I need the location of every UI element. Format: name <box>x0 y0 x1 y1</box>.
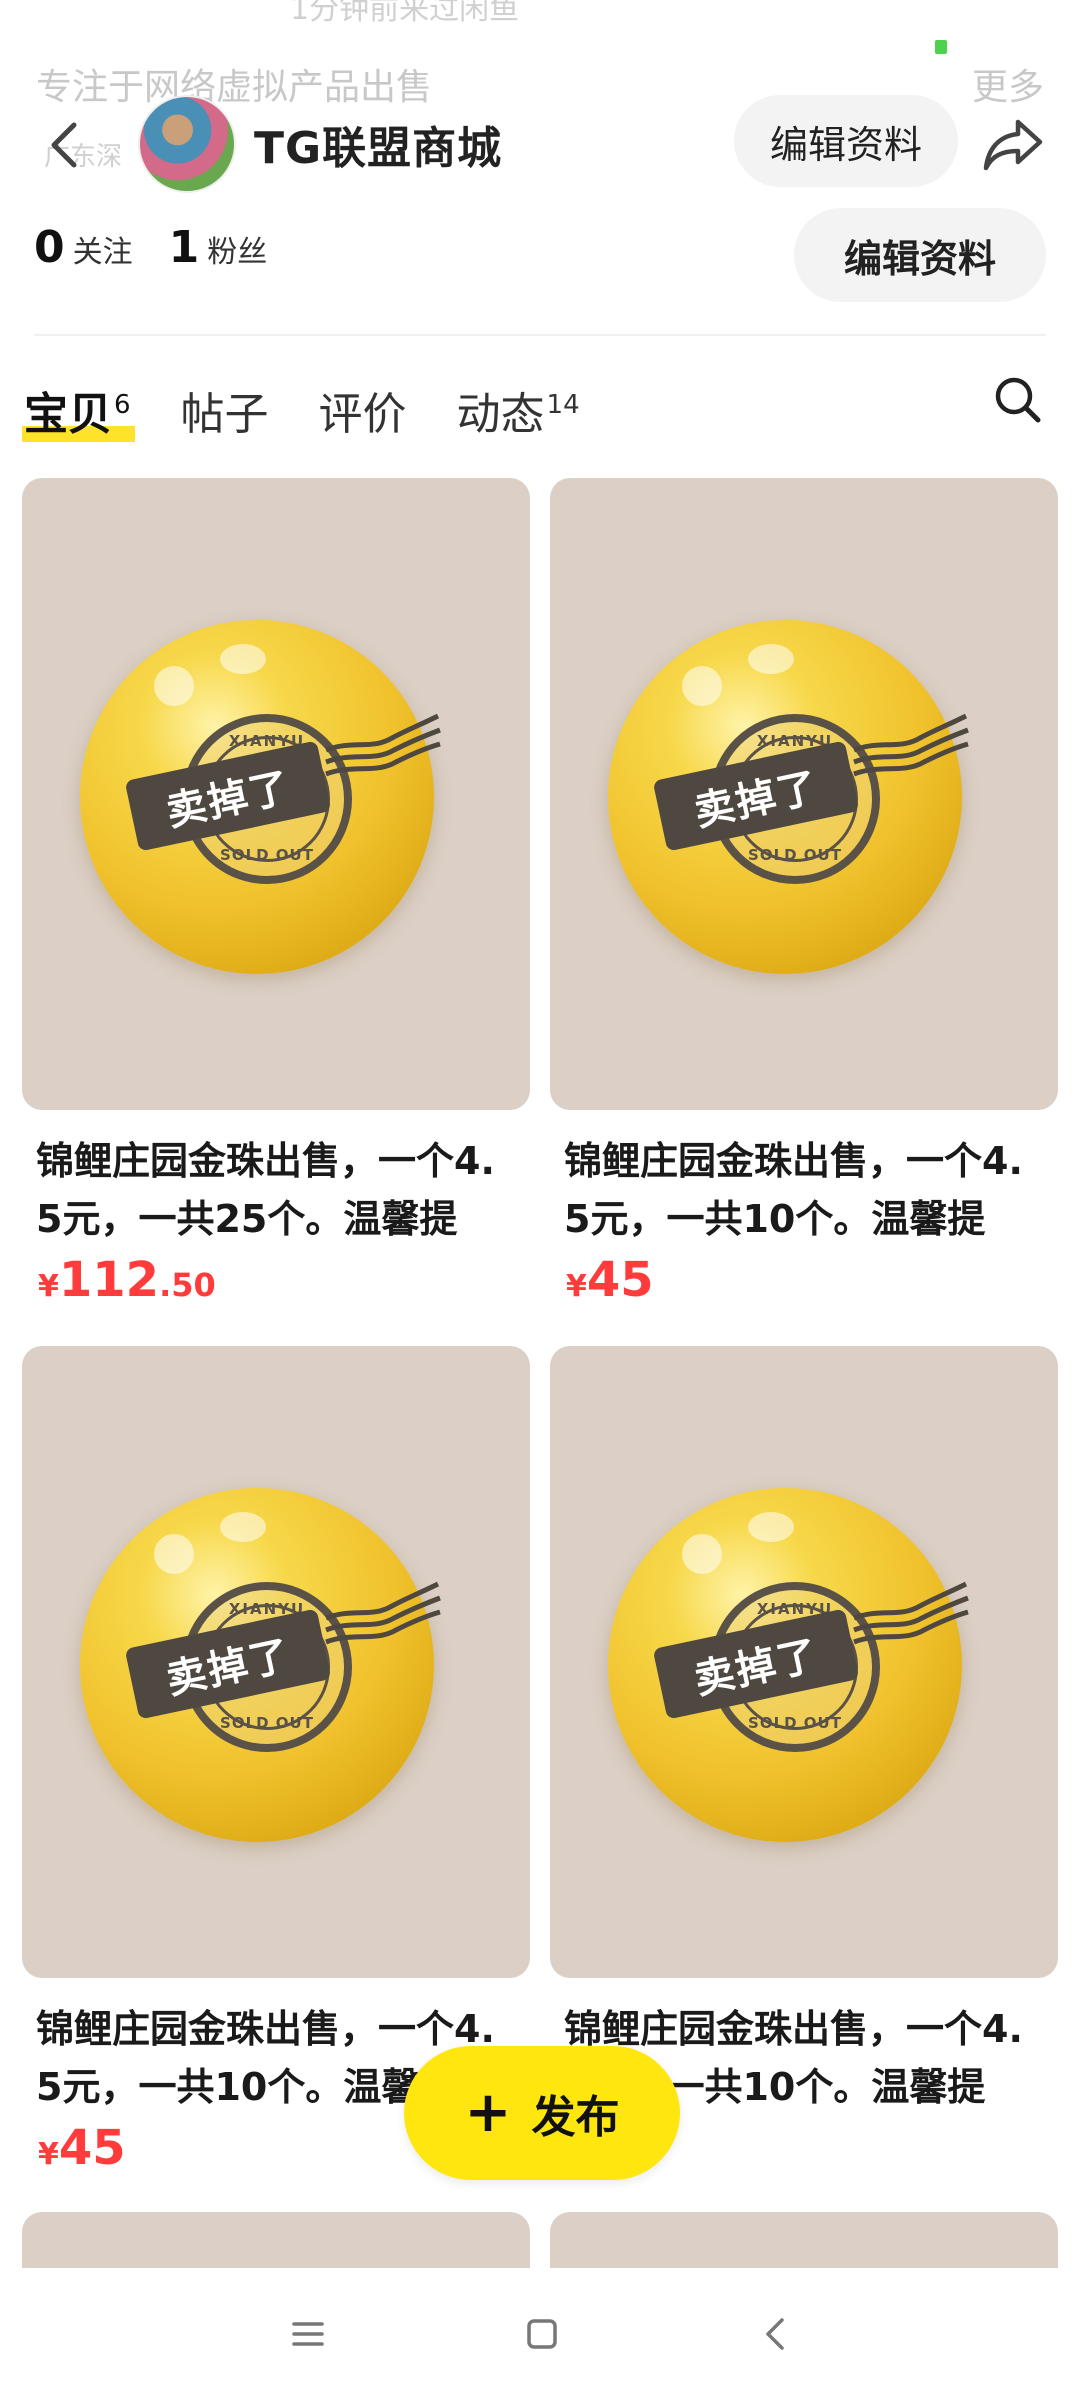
share-icon <box>983 119 1043 171</box>
last-active-text: 1分钟前来过闲鱼 <box>290 0 520 27</box>
followers-label[interactable]: 粉丝 <box>207 227 267 271</box>
menu-button[interactable] <box>288 2314 328 2354</box>
stamp-lines-icon <box>853 1581 969 1645</box>
edit-profile-button[interactable]: 编辑资料 <box>794 208 1046 302</box>
system-back-button[interactable] <box>756 2314 796 2354</box>
tab-reviews-label: 评价 <box>318 389 407 440</box>
tab-items-badge: 6 <box>114 390 131 421</box>
product-title[interactable]: 锦鲤庄园金珠出售，一个4.5元，一共10个。温馨提 <box>564 1132 1044 1248</box>
product-image[interactable]: XIANYU SOLD OUT 卖掉了 <box>22 1346 530 1978</box>
product-card[interactable]: XIANYU SOLD OUT 卖掉了 锦鲤庄园金珠出售，一个4.5元，一共25… <box>22 478 530 1308</box>
publish-label: 发布 <box>531 2092 620 2143</box>
following-label[interactable]: 关注 <box>73 227 133 271</box>
store-name: TG联盟商城 <box>254 123 503 174</box>
stamp-bottom-text: SOLD OUT <box>220 1714 314 1732</box>
publish-button[interactable]: + 发布 <box>404 2046 680 2180</box>
search-button[interactable] <box>990 372 1046 428</box>
home-button[interactable] <box>522 2314 562 2354</box>
tab-reviews[interactable]: 评价 <box>319 378 407 450</box>
back-button[interactable] <box>36 115 96 175</box>
tab-items-label: 宝贝 <box>24 389 112 440</box>
product-card[interactable]: XIANYU SOLD OUT 卖掉了 锦鲤庄园金珠出售，一个4.5元，一共10… <box>550 478 1058 1308</box>
edit-profile-button-header[interactable]: 编辑资料 <box>734 95 958 187</box>
product-card[interactable]: XIANYU SOLD OUT 卖掉了 锦鲤庄园金珠出售，一个4.5元，一共10… <box>550 1346 1058 2120</box>
stamp-top-text: XIANYU <box>228 1600 306 1618</box>
price-integer: 45 <box>586 1252 654 1308</box>
share-button[interactable] <box>978 110 1048 180</box>
followers-count[interactable]: 1 <box>169 222 200 273</box>
price-integer: 45 <box>58 2120 126 2176</box>
online-indicator-icon <box>935 40 947 54</box>
product-price: ¥45 <box>566 1252 1042 1308</box>
price-currency: ¥ <box>38 1269 59 1304</box>
avatar[interactable] <box>138 95 236 193</box>
menu-icon <box>292 2322 324 2346</box>
tab-activity[interactable]: 动态14 <box>457 378 580 450</box>
stats-row: 0 关注 1 粉丝 <box>34 222 303 302</box>
tab-posts[interactable]: 帖子 <box>181 378 269 450</box>
stamp-lines-icon <box>325 713 441 777</box>
stamp-bottom-text: SOLD OUT <box>748 846 842 864</box>
stamp-bottom-text: SOLD OUT <box>748 1714 842 1732</box>
product-price: ¥112.50 <box>38 1252 514 1308</box>
tab-posts-label: 帖子 <box>180 389 269 440</box>
price-currency: ¥ <box>566 1269 587 1304</box>
tab-bar: 宝贝6 帖子 评价 动态14 <box>22 360 630 450</box>
top-header: TG联盟商城 编辑资料 <box>0 90 1080 200</box>
system-nav-bar <box>0 2268 1080 2400</box>
stamp-bottom-text: SOLD OUT <box>220 846 314 864</box>
search-icon <box>995 377 1041 423</box>
price-decimal: .50 <box>159 1266 216 1304</box>
tab-items[interactable]: 宝贝6 <box>22 378 135 450</box>
plus-icon: + <box>464 2080 512 2145</box>
tab-activity-label: 动态 <box>456 389 545 440</box>
following-count[interactable]: 0 <box>34 222 65 273</box>
price-integer: 112 <box>58 1252 160 1308</box>
stamp-lines-icon <box>853 713 969 777</box>
product-image[interactable]: XIANYU SOLD OUT 卖掉了 <box>550 478 1058 1110</box>
chevron-left-icon <box>766 2318 784 2350</box>
price-currency: ¥ <box>38 2137 59 2172</box>
stamp-top-text: XIANYU <box>756 1600 834 1618</box>
product-image[interactable]: XIANYU SOLD OUT 卖掉了 <box>22 478 530 1110</box>
stamp-top-text: XIANYU <box>228 732 306 750</box>
home-square-icon <box>527 2319 557 2349</box>
stamp-top-text: XIANYU <box>756 732 834 750</box>
stamp-lines-icon <box>325 1581 441 1645</box>
back-arrow-icon <box>51 122 77 168</box>
tab-activity-badge: 14 <box>546 390 580 421</box>
product-title[interactable]: 锦鲤庄园金珠出售，一个4.5元，一共25个。温馨提 <box>36 1132 516 1248</box>
divider <box>34 334 1046 336</box>
product-image[interactable]: XIANYU SOLD OUT 卖掉了 <box>550 1346 1058 1978</box>
